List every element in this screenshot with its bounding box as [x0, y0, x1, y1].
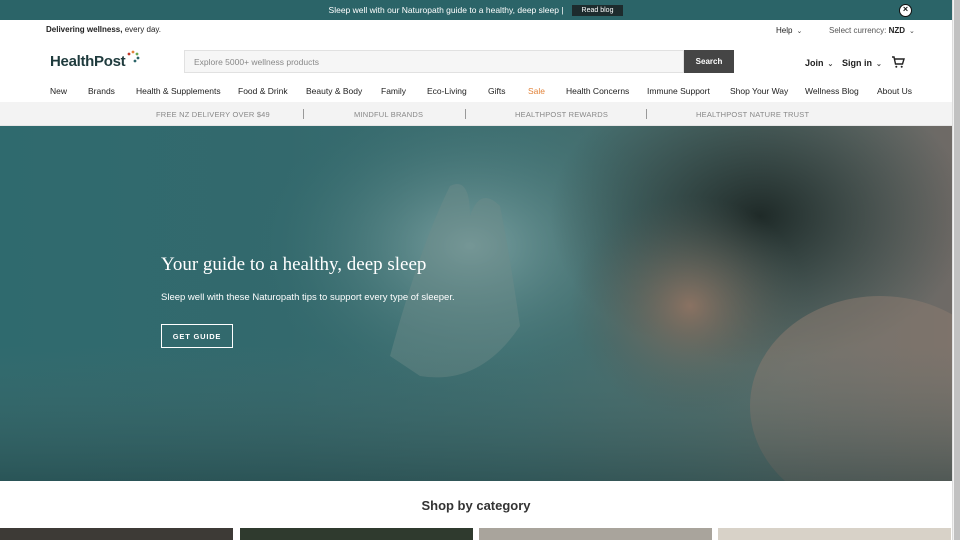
signin-menu[interactable]: Sign in ⌄	[842, 58, 882, 68]
nav-item-health-supplements[interactable]: Health & Supplements	[136, 86, 221, 96]
join-menu[interactable]: Join ⌄	[805, 58, 833, 68]
signin-label: Sign in	[842, 58, 872, 68]
chevron-down-icon: ⌄	[876, 61, 882, 68]
logo-mark-icon	[127, 50, 140, 63]
nav-item-beauty-body[interactable]: Beauty & Body	[306, 86, 362, 96]
nav-item-new[interactable]: New	[50, 86, 67, 96]
chevron-down-icon: ⌄	[909, 28, 915, 35]
nav-item-immune-support[interactable]: Immune Support	[647, 86, 710, 96]
usp-mindful-brands[interactable]: MINDFUL BRANDS	[354, 110, 423, 119]
get-guide-button[interactable]: GET GUIDE	[161, 324, 233, 348]
usp-divider	[465, 109, 466, 119]
hero-title: Your guide to a healthy, deep sleep	[161, 254, 427, 275]
announcement-text: Sleep well with our Naturopath guide to …	[328, 5, 564, 15]
hero-image	[0, 126, 952, 481]
logo[interactable]: HealthPost	[50, 50, 140, 72]
help-menu[interactable]: Help ⌄	[776, 26, 802, 35]
search-input[interactable]	[184, 50, 684, 73]
usp-divider	[303, 109, 304, 119]
chevron-down-icon: ⌄	[827, 61, 834, 68]
nav-item-gifts[interactable]: Gifts	[488, 86, 505, 96]
logo-text: HealthPost	[50, 52, 126, 70]
nav-item-shop-your-way[interactable]: Shop Your Way	[730, 86, 788, 96]
help-label: Help	[776, 26, 793, 35]
page-scrollbar[interactable]	[952, 0, 960, 540]
chevron-down-icon: ⌄	[796, 28, 803, 35]
nav-item-health-concerns[interactable]: Health Concerns	[566, 86, 629, 96]
usp-nature-trust[interactable]: HEALTHPOST NATURE TRUST	[696, 110, 809, 119]
usp-divider	[646, 109, 647, 119]
tagline-bold: Delivering wellness,	[46, 25, 123, 34]
scrollbar-thumb[interactable]	[954, 0, 960, 540]
hero-subtitle: Sleep well with these Naturopath tips to…	[161, 292, 455, 303]
nav-item-brands[interactable]: Brands	[88, 86, 115, 96]
close-icon[interactable]: ×	[899, 4, 912, 17]
cart-icon[interactable]	[891, 55, 905, 74]
tagline: Delivering wellness, every day.	[46, 25, 161, 34]
nav-item-sale[interactable]: Sale	[528, 86, 545, 96]
currency-selector[interactable]: Select currency: NZD ⌄	[829, 26, 915, 35]
join-label: Join	[805, 58, 824, 68]
category-tile[interactable]	[240, 528, 473, 540]
nav-item-family[interactable]: Family	[381, 86, 406, 96]
section-title-shop-by-category: Shop by category	[421, 498, 531, 513]
read-blog-button[interactable]: Read blog	[571, 4, 624, 16]
usp-free-delivery[interactable]: FREE NZ DELIVERY OVER $49	[156, 110, 270, 119]
category-tile[interactable]	[479, 528, 712, 540]
nav-item-about-us[interactable]: About Us	[877, 86, 912, 96]
tagline-rest: every day.	[122, 25, 162, 34]
search-bar: Search	[184, 50, 734, 73]
search-button[interactable]: Search	[684, 50, 734, 73]
category-tile[interactable]	[718, 528, 951, 540]
main-nav: New Brands Health & Supplements Food & D…	[0, 84, 952, 100]
nav-item-eco-living[interactable]: Eco-Living	[427, 86, 467, 96]
nav-item-food-drink[interactable]: Food & Drink	[238, 86, 288, 96]
utility-bar: Delivering wellness, every day. Help ⌄ Se…	[0, 20, 952, 40]
nav-item-wellness-blog[interactable]: Wellness Blog	[805, 86, 859, 96]
currency-label: Select currency:	[829, 26, 887, 35]
usp-bar: FREE NZ DELIVERY OVER $49 MINDFUL BRANDS…	[0, 102, 952, 126]
currency-value: NZD	[888, 26, 906, 35]
usp-rewards[interactable]: HEALTHPOST REWARDS	[515, 110, 608, 119]
hero-banner: Your guide to a healthy, deep sleep Slee…	[0, 126, 952, 481]
category-tile[interactable]	[0, 528, 233, 540]
announcement-bar: Sleep well with our Naturopath guide to …	[0, 0, 952, 20]
